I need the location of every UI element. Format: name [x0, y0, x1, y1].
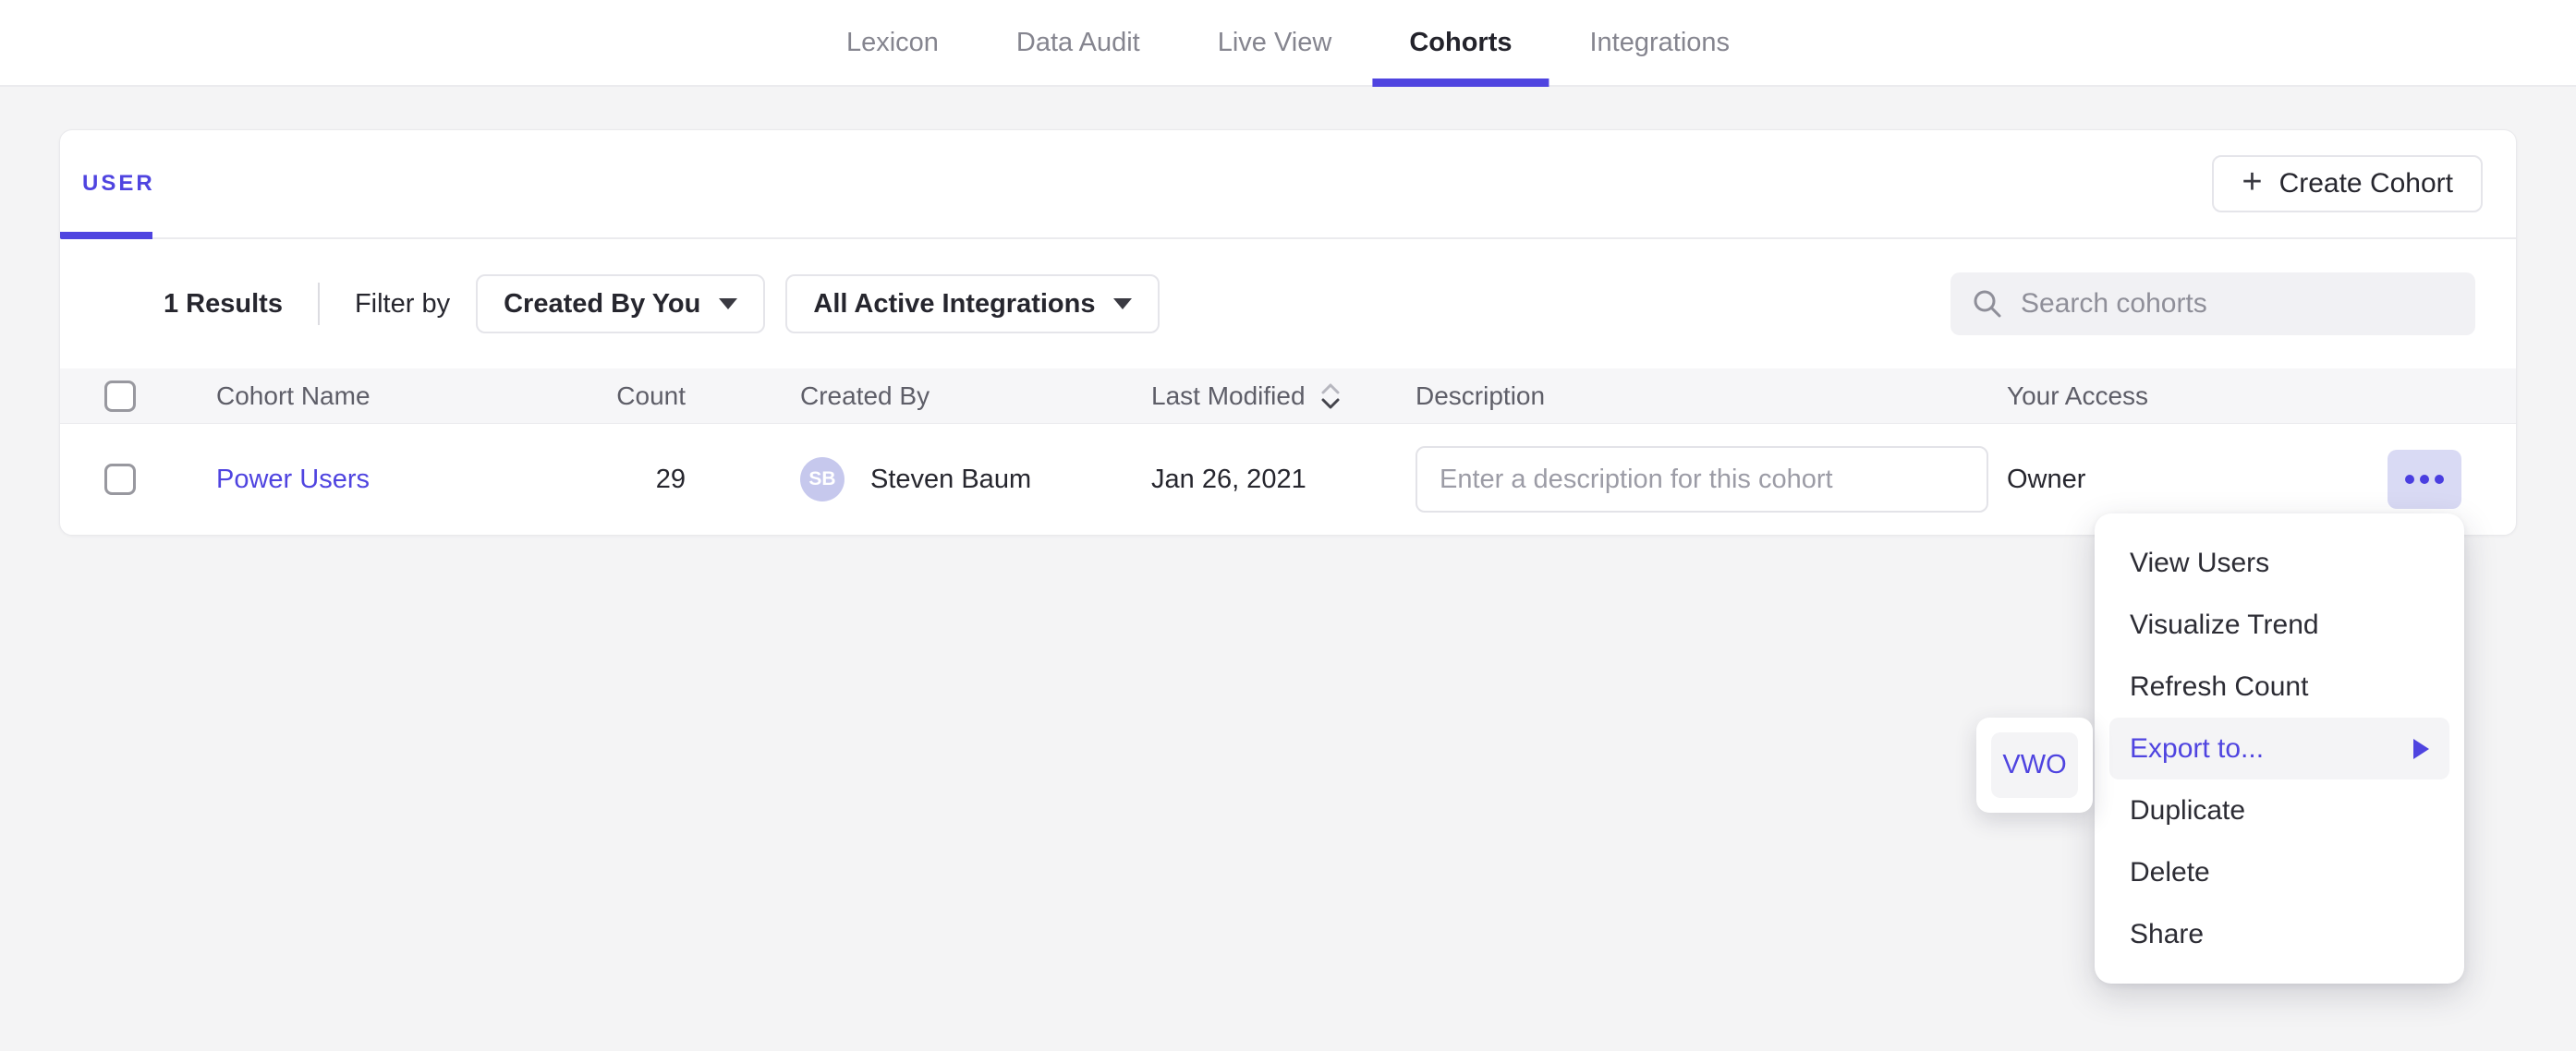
- column-header-count: Count: [540, 381, 686, 411]
- created-by-dropdown[interactable]: Created By You: [476, 274, 765, 333]
- card-header: USER + Create Cohort: [60, 130, 2516, 239]
- row-overflow-menu-button[interactable]: [2388, 450, 2461, 509]
- top-navigation: Lexicon Data Audit Live View Cohorts Int…: [0, 0, 2576, 87]
- tab-user[interactable]: USER: [82, 171, 155, 197]
- nav-tab-lexicon[interactable]: Lexicon: [846, 0, 939, 85]
- cohort-name-link[interactable]: Power Users: [216, 465, 370, 494]
- submenu-arrow-icon: [2413, 739, 2429, 759]
- sort-icon[interactable]: [1318, 381, 1343, 412]
- menu-item-visualize-trend[interactable]: Visualize Trend: [2109, 594, 2449, 656]
- menu-item-share[interactable]: Share: [2109, 903, 2449, 965]
- results-count: 1 Results: [164, 289, 283, 320]
- plus-icon: +: [2242, 164, 2262, 199]
- row-context-menu: View Users Visualize Trend Refresh Count…: [2095, 513, 2464, 984]
- column-header-created-by: Created By: [800, 381, 1151, 411]
- column-header-cohort-name: Cohort Name: [216, 381, 540, 411]
- filter-row: 1 Results Filter by Created By You All A…: [60, 239, 2516, 368]
- vertical-divider: [318, 283, 320, 325]
- export-submenu: VWO: [1976, 718, 2093, 813]
- overflow-dots-icon: [2420, 475, 2429, 484]
- chevron-down-icon: [1113, 298, 1132, 309]
- search-input[interactable]: [2021, 288, 2455, 320]
- menu-item-duplicate[interactable]: Duplicate: [2109, 779, 2449, 841]
- description-input[interactable]: [1416, 446, 1988, 513]
- overflow-dots-icon: [2405, 475, 2414, 484]
- nav-tab-data-audit[interactable]: Data Audit: [1016, 0, 1140, 85]
- overflow-dots-icon: [2435, 475, 2444, 484]
- nav-tab-integrations[interactable]: Integrations: [1590, 0, 1731, 85]
- column-header-your-access: Your Access: [2007, 381, 2516, 411]
- cohorts-card: USER + Create Cohort 1 Results Filter by…: [59, 129, 2517, 536]
- row-checkbox[interactable]: [104, 464, 136, 495]
- nav-tab-live-view[interactable]: Live View: [1218, 0, 1332, 85]
- menu-item-view-users[interactable]: View Users: [2109, 532, 2449, 594]
- menu-item-refresh-count[interactable]: Refresh Count: [2109, 656, 2449, 718]
- created-by-dropdown-label: Created By You: [504, 289, 700, 320]
- access-level: Owner: [2007, 465, 2085, 495]
- menu-item-export-to[interactable]: Export to...: [2109, 718, 2449, 779]
- avatar: SB: [800, 457, 844, 501]
- create-cohort-label: Create Cohort: [2279, 168, 2453, 199]
- created-by-name: Steven Baum: [870, 465, 1031, 495]
- nav-tab-cohorts[interactable]: Cohorts: [1409, 0, 1512, 85]
- search-box: [1950, 272, 2475, 335]
- table-header: Cohort Name Count Created By Last Modifi…: [60, 368, 2516, 424]
- nav-tabs: Lexicon Data Audit Live View Cohorts Int…: [846, 0, 1730, 85]
- menu-item-delete[interactable]: Delete: [2109, 841, 2449, 903]
- search-icon: [1971, 287, 2004, 320]
- integrations-filter-dropdown[interactable]: All Active Integrations: [785, 274, 1160, 333]
- integrations-filter-label: All Active Integrations: [813, 289, 1095, 320]
- select-all-checkbox[interactable]: [104, 381, 136, 412]
- chevron-down-icon: [719, 298, 737, 309]
- column-header-last-modified[interactable]: Last Modified: [1151, 381, 1416, 412]
- filter-by-label: Filter by: [355, 289, 450, 320]
- create-cohort-button[interactable]: + Create Cohort: [2212, 155, 2483, 212]
- submenu-item-vwo[interactable]: VWO: [1991, 732, 2078, 798]
- column-header-description: Description: [1416, 381, 2007, 411]
- last-modified-date: Jan 26, 2021: [1151, 465, 1416, 495]
- cohort-count: 29: [540, 465, 686, 495]
